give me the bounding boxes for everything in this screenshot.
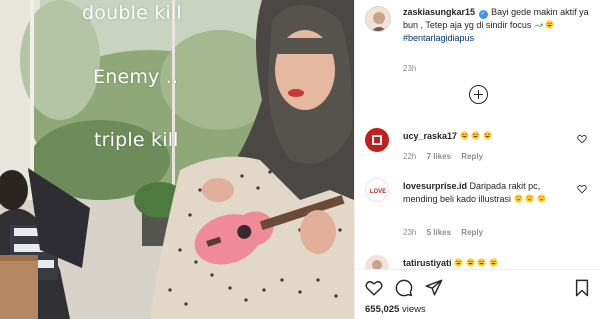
comment-meta: 22h 7 likes Reply	[403, 152, 491, 161]
comment-likes[interactable]: 7 likes	[427, 152, 451, 161]
grin-emoji-icon	[471, 131, 480, 140]
caption-hashtag[interactable]: #bentarlagidiapus	[403, 33, 474, 43]
post-timestamp[interactable]: 23h	[403, 64, 416, 73]
comment-timestamp[interactable]: 22h	[403, 152, 416, 161]
bookmark-icon[interactable]	[573, 279, 591, 297]
heart-eyes-emoji-icon	[513, 194, 523, 203]
views-number: 655,025	[365, 304, 400, 315]
comment-like-heart-icon[interactable]	[577, 184, 587, 194]
grin-emoji-icon	[465, 258, 475, 267]
heart-eyes-emoji-icon	[525, 194, 534, 203]
grin-emoji-icon	[545, 20, 555, 29]
grin-emoji-icon	[459, 131, 469, 140]
heart-eyes-emoji-icon	[536, 194, 546, 203]
post-video[interactable]: double kill Enemy .. triple kill	[0, 0, 354, 319]
verified-badge-icon: ✓	[478, 10, 488, 19]
comment-icon[interactable]	[395, 279, 413, 297]
comment-likes[interactable]: 5 likes	[427, 228, 451, 237]
author-username[interactable]: zaskiasungkar15	[403, 7, 475, 17]
grin-emoji-icon	[477, 258, 486, 267]
comment-timestamp[interactable]: 23h	[403, 228, 416, 237]
author-avatar[interactable]	[365, 6, 391, 32]
snake-emoji-icon	[534, 23, 543, 28]
caption-text: zaskiasungkar15 ✓ Bayi gede makin aktif …	[403, 6, 595, 45]
comment-text: ucy_raska17	[403, 130, 573, 143]
grin-emoji-icon	[482, 131, 492, 140]
comment-item: ucy_raska17 22h 7 likes Reply	[365, 128, 591, 168]
views-count[interactable]: 655,025 views	[365, 304, 426, 315]
comment-item: LOVE lovesurprise.id Daripada rakit pc, …	[365, 178, 591, 248]
commenter-avatar[interactable]: LOVE	[365, 178, 389, 202]
grin-emoji-icon	[454, 258, 463, 267]
commenter-username[interactable]: tatirustiyati	[403, 258, 452, 268]
post-side-panel: zaskiasungkar15 ✓ Bayi gede makin aktif …	[354, 0, 600, 319]
commenter-username[interactable]: lovesurprise.id	[403, 181, 467, 191]
commenter-avatar[interactable]	[365, 128, 389, 152]
comment-meta: 23h 5 likes Reply	[403, 228, 491, 237]
grin-emoji-icon	[488, 258, 498, 267]
reply-button[interactable]: Reply	[461, 228, 483, 237]
heart-icon[interactable]	[365, 279, 383, 297]
share-icon[interactable]	[425, 279, 443, 297]
commenter-username[interactable]: ucy_raska17	[403, 131, 457, 141]
post-action-bar: 655,025 views	[355, 269, 600, 319]
video-frame	[0, 0, 354, 319]
load-more-comments-icon[interactable]	[469, 85, 488, 104]
overlay-text-line-1: double kill	[82, 2, 182, 24]
reply-button[interactable]: Reply	[461, 152, 483, 161]
overlay-text-line-3: triple kill	[94, 129, 179, 151]
comment-text: lovesurprise.id Daripada rakit pc, mendi…	[403, 180, 573, 206]
love-logo-text: LOVE	[370, 189, 386, 195]
comment-like-heart-icon[interactable]	[577, 134, 587, 144]
views-label: views	[401, 304, 426, 315]
overlay-text-line-2: Enemy ..	[93, 66, 179, 88]
